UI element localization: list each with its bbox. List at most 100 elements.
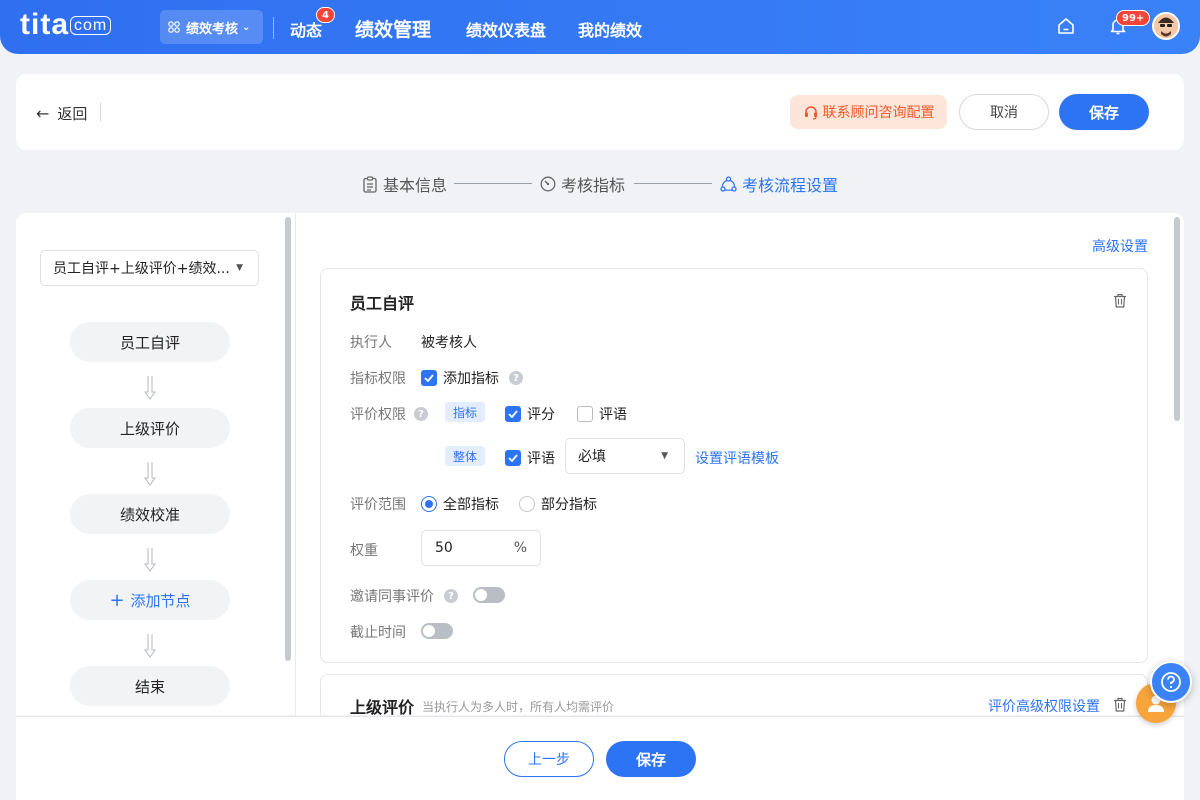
step-label: 考核指标 xyxy=(561,176,626,195)
score-checkbox[interactable]: 评分 xyxy=(505,404,555,424)
step-label: 考核流程设置 xyxy=(742,176,839,195)
add-node-button[interactable]: + 添加节点 xyxy=(70,580,230,620)
comment-label: 评语 xyxy=(599,407,627,423)
nav-my-performance[interactable]: 我的绩效 xyxy=(578,17,642,41)
headset-icon xyxy=(804,106,817,120)
required-select[interactable]: 必填 ▼ xyxy=(565,438,685,474)
step-basic-info[interactable]: 基本信息 xyxy=(362,172,447,196)
review-advanced-permission-link[interactable]: 评价高级权限设置 xyxy=(988,696,1100,715)
step-indicator: 基本信息 考核指标 考核流程设置 xyxy=(0,172,1200,196)
review-permission-text: 评价权限 xyxy=(350,407,406,423)
footer-save-button[interactable]: 保存 xyxy=(606,741,696,777)
nav-performance-dashboard[interactable]: 绩效仪表盘 xyxy=(466,17,546,41)
flow-node-end[interactable]: 结束 xyxy=(70,666,230,706)
plus-icon: + xyxy=(109,589,125,611)
nav-activity[interactable]: 动态 xyxy=(290,17,322,41)
nav-divider xyxy=(273,17,274,39)
scope-radio-partial[interactable]: 部分指标 xyxy=(519,494,597,514)
home-icon[interactable] xyxy=(1056,16,1076,36)
logo-text: tita xyxy=(20,8,69,41)
trash-icon[interactable] xyxy=(1113,293,1127,308)
scope-radio-all[interactable]: 全部指标 xyxy=(421,494,499,514)
indicator-permission-label: 指标权限 xyxy=(350,371,406,387)
manager-review-card: 上级评价 当执行人为多人时，所有人均需评价 评价高级权限设置 xyxy=(320,674,1148,715)
chevron-down-icon: ⌄ xyxy=(242,21,251,33)
invite-peers-toggle[interactable] xyxy=(473,587,505,603)
gauge-icon xyxy=(540,176,556,192)
overall-comment-checkbox[interactable]: 评语 xyxy=(505,448,555,468)
help-icon[interactable]: ? xyxy=(509,371,523,385)
step-process-settings[interactable]: 考核流程设置 xyxy=(720,172,838,196)
top-navigation-bar: tita com 绩效考核 ⌄ 动态 4 绩效管理 绩效仪表盘 我的绩效 99+ xyxy=(0,0,1200,54)
flow-node-self-review[interactable]: 员工自评 xyxy=(70,322,230,362)
apps-grid-icon xyxy=(168,21,180,33)
node-settings-panel: 高级设置 员工自评 执行人 被考核人 指标权限 添加指标 ? 评价权限 ? 指标… xyxy=(296,213,1184,715)
scope-option-label: 部分指标 xyxy=(541,497,597,513)
consult-label: 联系顾问咨询配置 xyxy=(822,105,935,121)
arrow-left-icon: ← xyxy=(36,104,50,123)
caret-down-icon: ▼ xyxy=(661,451,668,461)
set-comment-template-link[interactable]: 设置评语模板 xyxy=(695,448,779,468)
notification-badge: 99+ xyxy=(1116,10,1151,26)
caret-down-icon: ▼ xyxy=(236,263,243,273)
overall-tag: 整体 xyxy=(445,446,486,466)
executor-value: 被考核人 xyxy=(421,335,477,351)
header-divider xyxy=(100,102,101,122)
radio-selected-icon xyxy=(421,496,437,512)
required-value: 必填 xyxy=(578,449,606,465)
module-switcher[interactable]: 绩效考核 ⌄ xyxy=(160,10,263,44)
card-hint: 当执行人为多人时，所有人均需评价 xyxy=(422,700,615,714)
card-title: 员工自评 xyxy=(350,294,415,313)
add-node-label: 添加节点 xyxy=(130,591,191,610)
weight-input[interactable]: 50 % xyxy=(421,530,541,566)
step-connector xyxy=(454,183,532,184)
deadline-toggle[interactable] xyxy=(421,623,453,639)
module-label: 绩效考核 xyxy=(186,21,239,37)
invite-peers-label: 邀请同事评价 ? xyxy=(350,586,458,606)
logo-suffix: com xyxy=(70,16,112,35)
add-indicator-checkbox[interactable]: 添加指标 ? xyxy=(421,368,523,388)
save-button[interactable]: 保存 xyxy=(1059,94,1149,130)
avatar-illustration xyxy=(1154,14,1178,38)
indicator-tag: 指标 xyxy=(445,402,486,422)
self-review-card: 员工自评 执行人 被考核人 指标权限 添加指标 ? 评价权限 ? 指标 评分 评… xyxy=(320,268,1148,663)
nav-performance-management[interactable]: 绩效管理 xyxy=(355,15,431,42)
previous-step-button[interactable]: 上一步 xyxy=(504,741,594,777)
card-title: 上级评价 xyxy=(350,698,415,715)
tita-logo[interactable]: tita com xyxy=(20,8,112,42)
help-icon[interactable]: ? xyxy=(444,589,458,603)
back-button[interactable]: ← 返回 xyxy=(36,103,87,124)
review-permission-label: 评价权限 ? xyxy=(350,404,428,424)
deadline-label: 截止时间 xyxy=(350,625,406,641)
step-indicators[interactable]: 考核指标 xyxy=(540,172,625,196)
scope-option-label: 全部指标 xyxy=(443,497,499,513)
sidebar-scrollbar[interactable] xyxy=(285,217,291,661)
weight-value: 50 xyxy=(435,540,453,556)
step-label: 基本信息 xyxy=(383,176,448,195)
advanced-settings-link[interactable]: 高级设置 xyxy=(1092,236,1148,256)
radio-unselected-icon xyxy=(519,496,535,512)
flow-sidebar: 员工自评+上级评价+绩效... ▼ 员工自评 上级评价 绩效校准 + 添加节点 … xyxy=(16,213,296,715)
flow-template-select[interactable]: 员工自评+上级评价+绩效... ▼ xyxy=(40,250,259,286)
comment-checkbox[interactable]: 评语 xyxy=(577,404,627,424)
consult-advisor-button[interactable]: 联系顾问咨询配置 xyxy=(790,95,947,129)
weight-label: 权重 xyxy=(350,543,378,559)
checkbox-unchecked-icon xyxy=(577,406,593,422)
invite-peers-text: 邀请同事评价 xyxy=(350,589,434,605)
flow-node-calibration[interactable]: 绩效校准 xyxy=(70,494,230,534)
flow-node-manager-review[interactable]: 上级评价 xyxy=(70,408,230,448)
avatar[interactable] xyxy=(1152,12,1180,40)
settings-scrollbar[interactable] xyxy=(1174,217,1180,421)
cancel-button[interactable]: 取消 xyxy=(959,94,1049,130)
trash-icon[interactable] xyxy=(1113,697,1127,712)
weight-unit: % xyxy=(513,540,527,556)
down-arrow-icon xyxy=(144,634,156,658)
add-indicator-label: 添加指标 xyxy=(443,371,499,387)
checkbox-checked-icon xyxy=(505,406,521,422)
scope-label: 评价范围 xyxy=(350,497,406,513)
help-center-button[interactable] xyxy=(1150,661,1192,703)
flow-template-value: 员工自评+上级评价+绩效... xyxy=(53,261,230,277)
help-icon[interactable]: ? xyxy=(414,407,428,421)
back-label: 返回 xyxy=(57,105,88,123)
down-arrow-icon xyxy=(144,462,156,486)
